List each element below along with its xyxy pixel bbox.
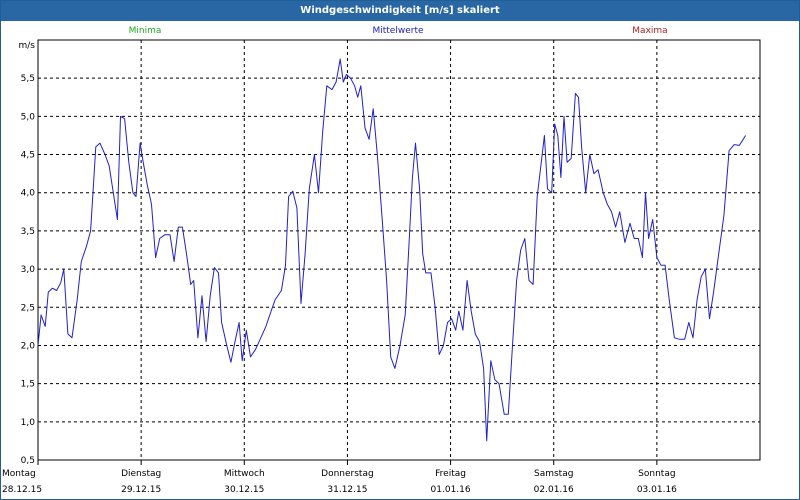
x-tick-day: Sonntag xyxy=(638,469,675,479)
y-tick-label: 1,5 xyxy=(21,380,35,390)
x-tick-day: Mittwoch xyxy=(224,469,265,479)
legend-item-mittelwerte: Mittelwerte xyxy=(372,26,423,36)
legend-item-maxima: Maxima xyxy=(632,26,667,36)
y-tick-label: 4,5 xyxy=(21,151,35,161)
x-tick-date: 01.01.16 xyxy=(431,485,471,495)
x-tick-date: 29.12.15 xyxy=(121,485,161,495)
chart-grid xyxy=(38,40,760,460)
x-tick-date: 30.12.15 xyxy=(224,485,264,495)
x-tick-day: Dienstag xyxy=(121,469,161,479)
x-axis-ticks: Montag 28.12.15 Dienstag 29.12.15 Mittwoch 30… xyxy=(2,460,677,495)
x-tick-day: Samstag xyxy=(534,469,573,479)
x-tick-date: 03.01.16 xyxy=(637,485,677,495)
y-tick-label: 2,0 xyxy=(21,341,36,351)
y-tick-label: 2,5 xyxy=(21,303,35,313)
y-axis-label: m/s xyxy=(19,41,36,51)
legend: Minima Mittelwerte Maxima xyxy=(129,26,668,36)
x-tick-day: Freitag xyxy=(435,469,466,479)
y-tick-label: 3,5 xyxy=(21,227,35,237)
x-tick-date: 02.01.16 xyxy=(534,485,574,495)
y-tick-label: 5,5 xyxy=(21,74,35,84)
x-tick-day: Donnerstag xyxy=(321,469,374,479)
y-axis-ticks: 0,5 1,0 1,5 2,0 2,5 3,0 3,5 4,0 4,5 5,0 5,5 xyxy=(21,74,36,466)
x-tick-day: Montag xyxy=(2,469,36,479)
chart-plot: 0,5 1,0 1,5 2,0 2,5 3,0 3,5 4,0 4,5 5,0 5,5 m/s Mo… xyxy=(2,26,761,495)
y-tick-label: 3,0 xyxy=(21,265,36,275)
plot-area-border xyxy=(37,39,761,461)
x-tick-date: 28.12.15 xyxy=(2,485,42,495)
x-tick-date: 31.12.15 xyxy=(327,485,367,495)
y-tick-label: 1,0 xyxy=(21,418,36,428)
legend-item-minima: Minima xyxy=(129,26,162,36)
y-tick-label: 0,5 xyxy=(21,456,35,466)
y-tick-label: 4,0 xyxy=(21,189,36,199)
y-tick-label: 5,0 xyxy=(21,112,36,122)
